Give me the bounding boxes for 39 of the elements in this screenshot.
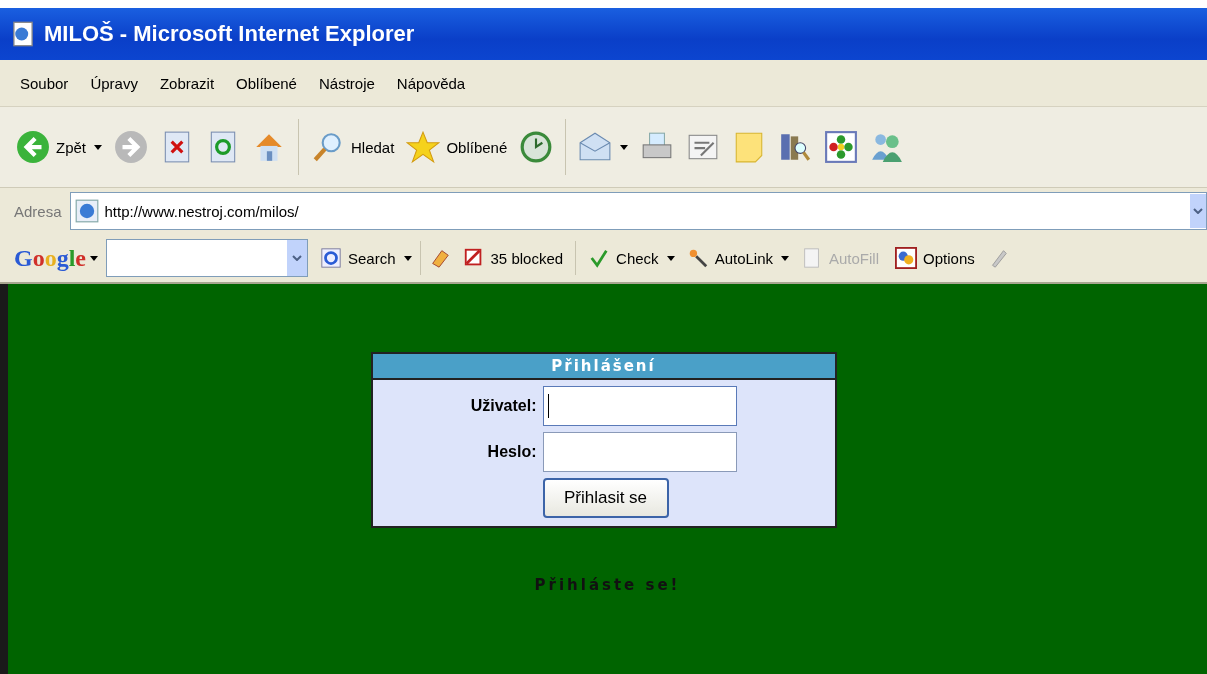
caret-icon[interactable]	[620, 144, 629, 150]
letter-g-icon	[320, 247, 342, 269]
favorites-button[interactable]: Oblíbené	[406, 130, 508, 164]
page-icon	[74, 199, 99, 223]
menu-item[interactable]: Nástroje	[318, 74, 375, 92]
history-icon[interactable]	[519, 130, 554, 164]
menu-item[interactable]: Soubor	[20, 74, 69, 92]
toolbar-button[interactable]: 35 blocked	[458, 247, 568, 269]
caret-icon[interactable]	[90, 255, 98, 261]
google-logo[interactable]: Google	[14, 244, 86, 272]
window-title: MILOŠ - Microsoft Internet Explorer	[44, 21, 415, 47]
toolbar-button[interactable]: AutoLink	[682, 247, 777, 269]
login-button[interactable]: Přihlasit se	[542, 478, 669, 518]
google-search-field[interactable]	[106, 239, 308, 277]
menu-item[interactable]: Oblíbené	[236, 74, 297, 92]
field-label: Uživatel:	[469, 397, 537, 415]
caret-icon[interactable]	[403, 255, 412, 261]
caret-icon[interactable]	[94, 144, 102, 150]
menu-item[interactable]: Zobrazit	[159, 74, 215, 92]
google-search-button[interactable]: Search	[316, 247, 400, 269]
star-icon	[406, 130, 441, 164]
login-header: Přihlášení	[372, 354, 835, 380]
toolbar-button[interactable]: Options	[891, 247, 979, 269]
browser-icon	[10, 21, 36, 47]
address-label: Adresa	[14, 202, 62, 220]
flower-icon[interactable]	[824, 130, 859, 164]
address-field[interactable]: http://www.nestroj.com/milos/	[69, 192, 1207, 230]
password-field[interactable]	[542, 432, 737, 472]
field-label: Heslo:	[486, 443, 537, 461]
back-button[interactable]: Zpět	[16, 130, 86, 164]
options-icon	[895, 247, 918, 269]
login-prompt: Přihláste se!	[534, 576, 681, 594]
menu-item[interactable]: Úpravy	[90, 74, 138, 92]
toolbar-button[interactable]: Check	[584, 247, 663, 269]
caret-icon[interactable]	[781, 255, 789, 261]
username-field[interactable]	[542, 386, 737, 426]
menu-item[interactable]: Nápověda	[396, 74, 466, 92]
find-button[interactable]: Hledat	[311, 130, 395, 164]
caret-icon[interactable]	[666, 255, 675, 261]
